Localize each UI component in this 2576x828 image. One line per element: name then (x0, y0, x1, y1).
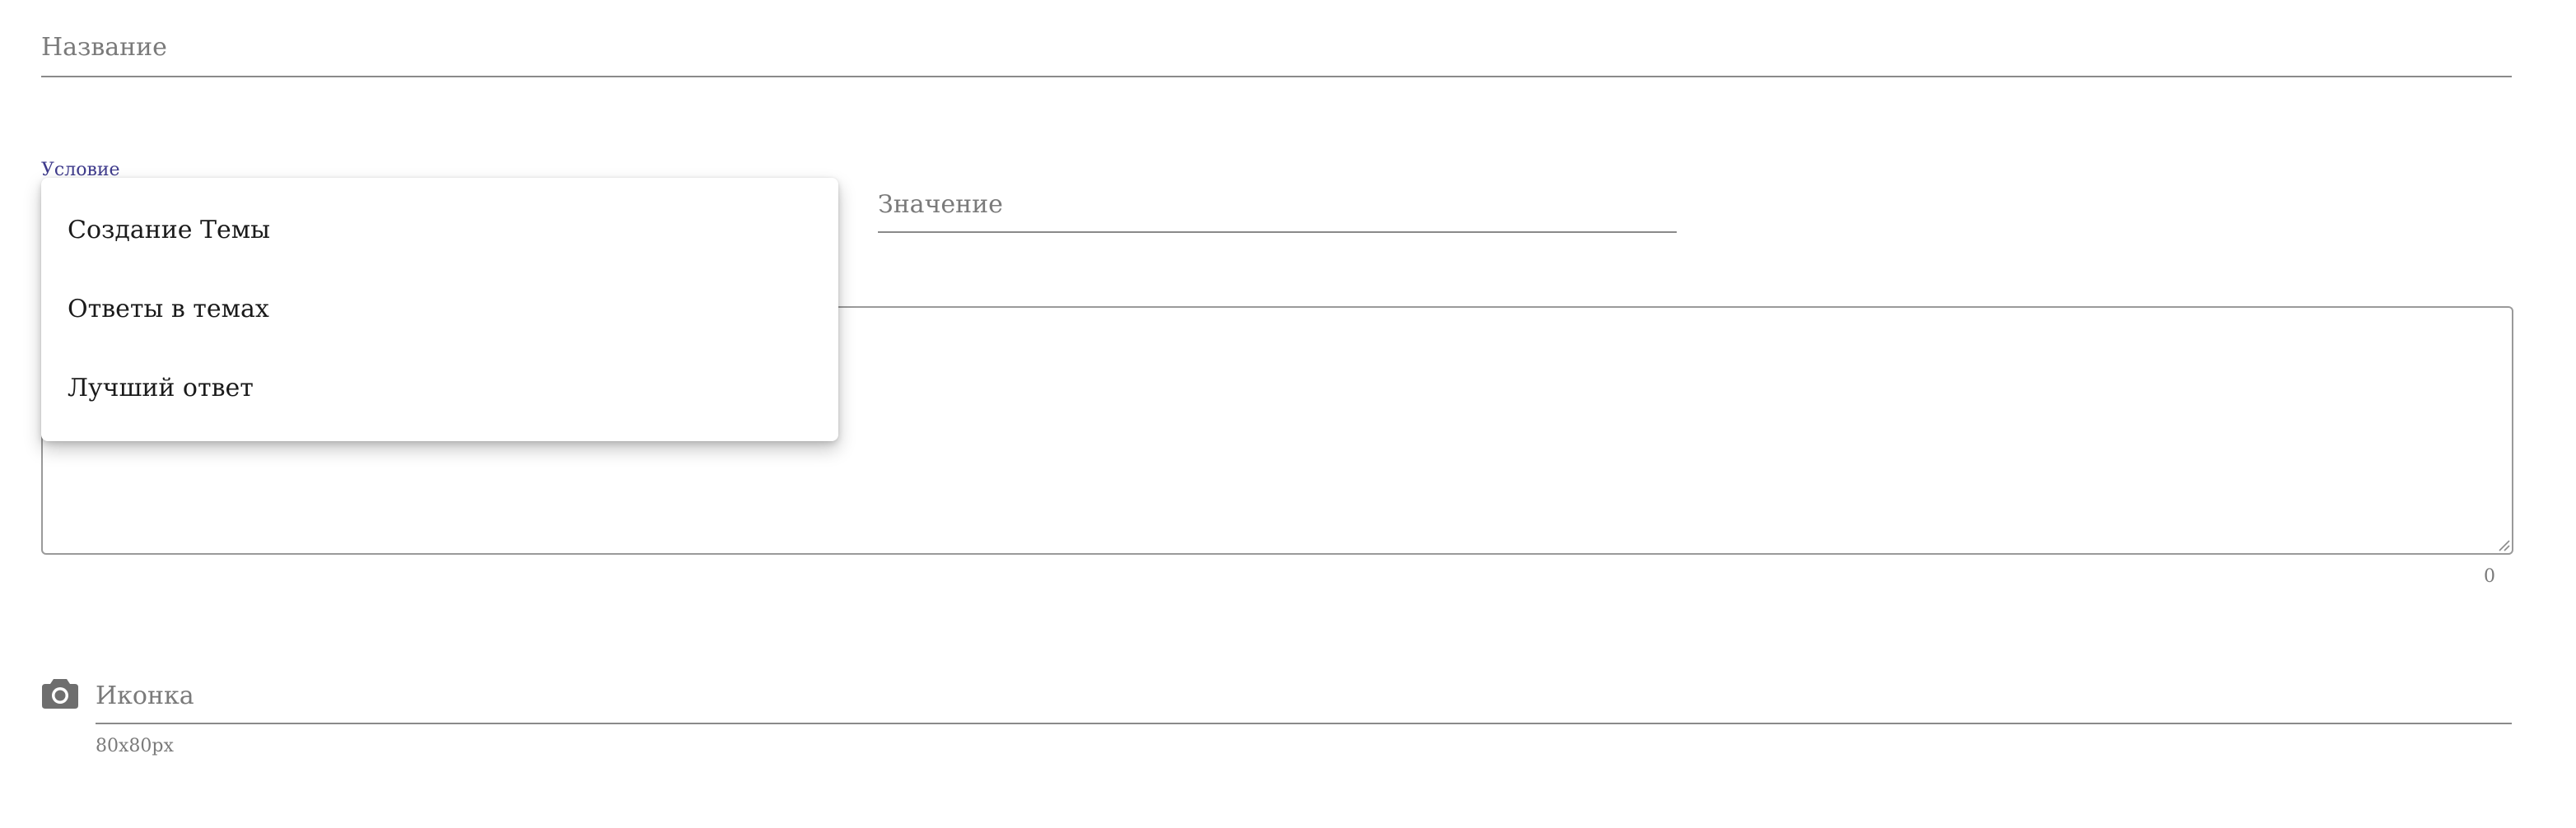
form-page: Название Условие Значение 0 Иконка 80x80… (0, 0, 2576, 828)
dropdown-option-best-answer[interactable]: Лучший ответ (41, 349, 838, 428)
icon-size-hint: 80x80px (96, 736, 174, 756)
value-field[interactable]: Значение (878, 181, 1677, 233)
icon-underline (96, 723, 2512, 724)
title-underline (41, 76, 2512, 77)
value-underline (878, 231, 1677, 233)
icon-placeholder: Иконка (96, 681, 194, 710)
title-field[interactable]: Название (41, 25, 2512, 77)
value-placeholder: Значение (878, 190, 1003, 219)
condition-dropdown-menu: Создание Темы Ответы в темах Лучший отве… (41, 178, 838, 441)
character-counter: 0 (2484, 566, 2495, 587)
camera-icon[interactable] (41, 677, 79, 709)
dropdown-option-topic-replies[interactable]: Ответы в темах (41, 270, 838, 349)
title-placeholder: Название (41, 33, 167, 62)
resize-handle-icon[interactable] (2497, 538, 2510, 551)
icon-field[interactable]: Иконка (96, 672, 2512, 724)
dropdown-option-create-topic[interactable]: Создание Темы (41, 191, 838, 270)
